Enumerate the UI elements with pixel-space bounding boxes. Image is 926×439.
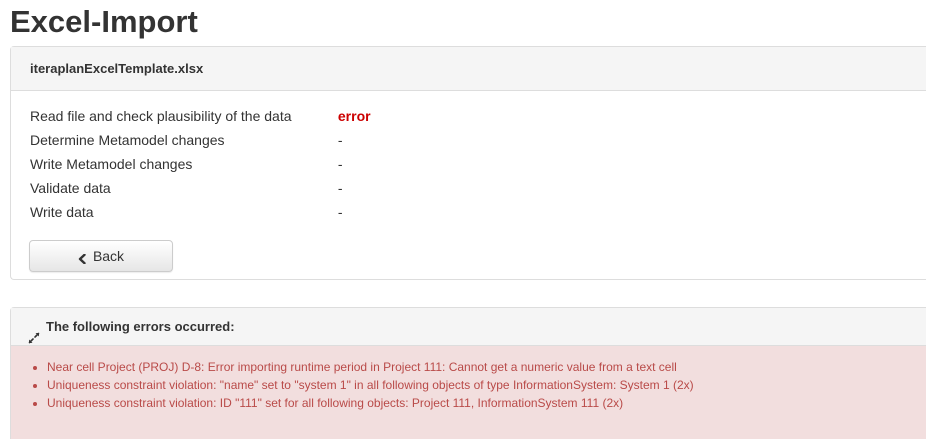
error-item: Uniqueness constraint violation: ID "111… <box>47 394 926 412</box>
error-item: Uniqueness constraint violation: "name" … <box>47 376 926 394</box>
step-row-validate-data: Validate data - <box>30 176 371 200</box>
step-status: - <box>337 132 343 148</box>
import-steps-list: Read file and check plausibility of the … <box>30 104 371 224</box>
errors-panel: The following errors occurred: Near cell… <box>10 307 926 439</box>
import-panel: iteraplanExcelTemplate.xlsx Read file an… <box>10 46 926 280</box>
errors-heading-label: The following errors occurred: <box>46 318 235 334</box>
errors-heading[interactable]: The following errors occurred: <box>11 308 926 346</box>
step-label: Write data <box>30 204 94 220</box>
step-label: Validate data <box>30 180 111 196</box>
back-button-label: Back <box>92 248 125 264</box>
step-row-write-metamodel: Write Metamodel changes - <box>30 152 371 176</box>
error-item: Near cell Project (PROJ) D-8: Error impo… <box>47 358 926 376</box>
step-status: - <box>337 180 343 196</box>
step-status: - <box>337 204 343 220</box>
step-status: - <box>337 156 343 172</box>
file-name-heading: iteraplanExcelTemplate.xlsx <box>11 47 926 91</box>
step-row-write-data: Write data - <box>30 200 371 224</box>
expand-arrows-icon[interactable] <box>28 321 40 343</box>
step-label: Determine Metamodel changes <box>30 132 225 148</box>
step-status-error: error <box>337 108 371 124</box>
error-list: Near cell Project (PROJ) D-8: Error impo… <box>11 358 926 412</box>
step-label: Write Metamodel changes <box>30 156 193 172</box>
page-title: Excel-Import <box>10 4 198 39</box>
step-row-determine-metamodel: Determine Metamodel changes - <box>30 128 371 152</box>
step-label: Read file and check plausibility of the … <box>30 108 292 124</box>
chevron-left-icon <box>78 251 86 265</box>
page: Excel-Import iteraplanExcelTemplate.xlsx… <box>0 0 926 439</box>
back-button[interactable]: Back <box>29 240 173 272</box>
errors-body: Near cell Project (PROJ) D-8: Error impo… <box>11 346 926 439</box>
step-row-read-file: Read file and check plausibility of the … <box>30 104 371 128</box>
